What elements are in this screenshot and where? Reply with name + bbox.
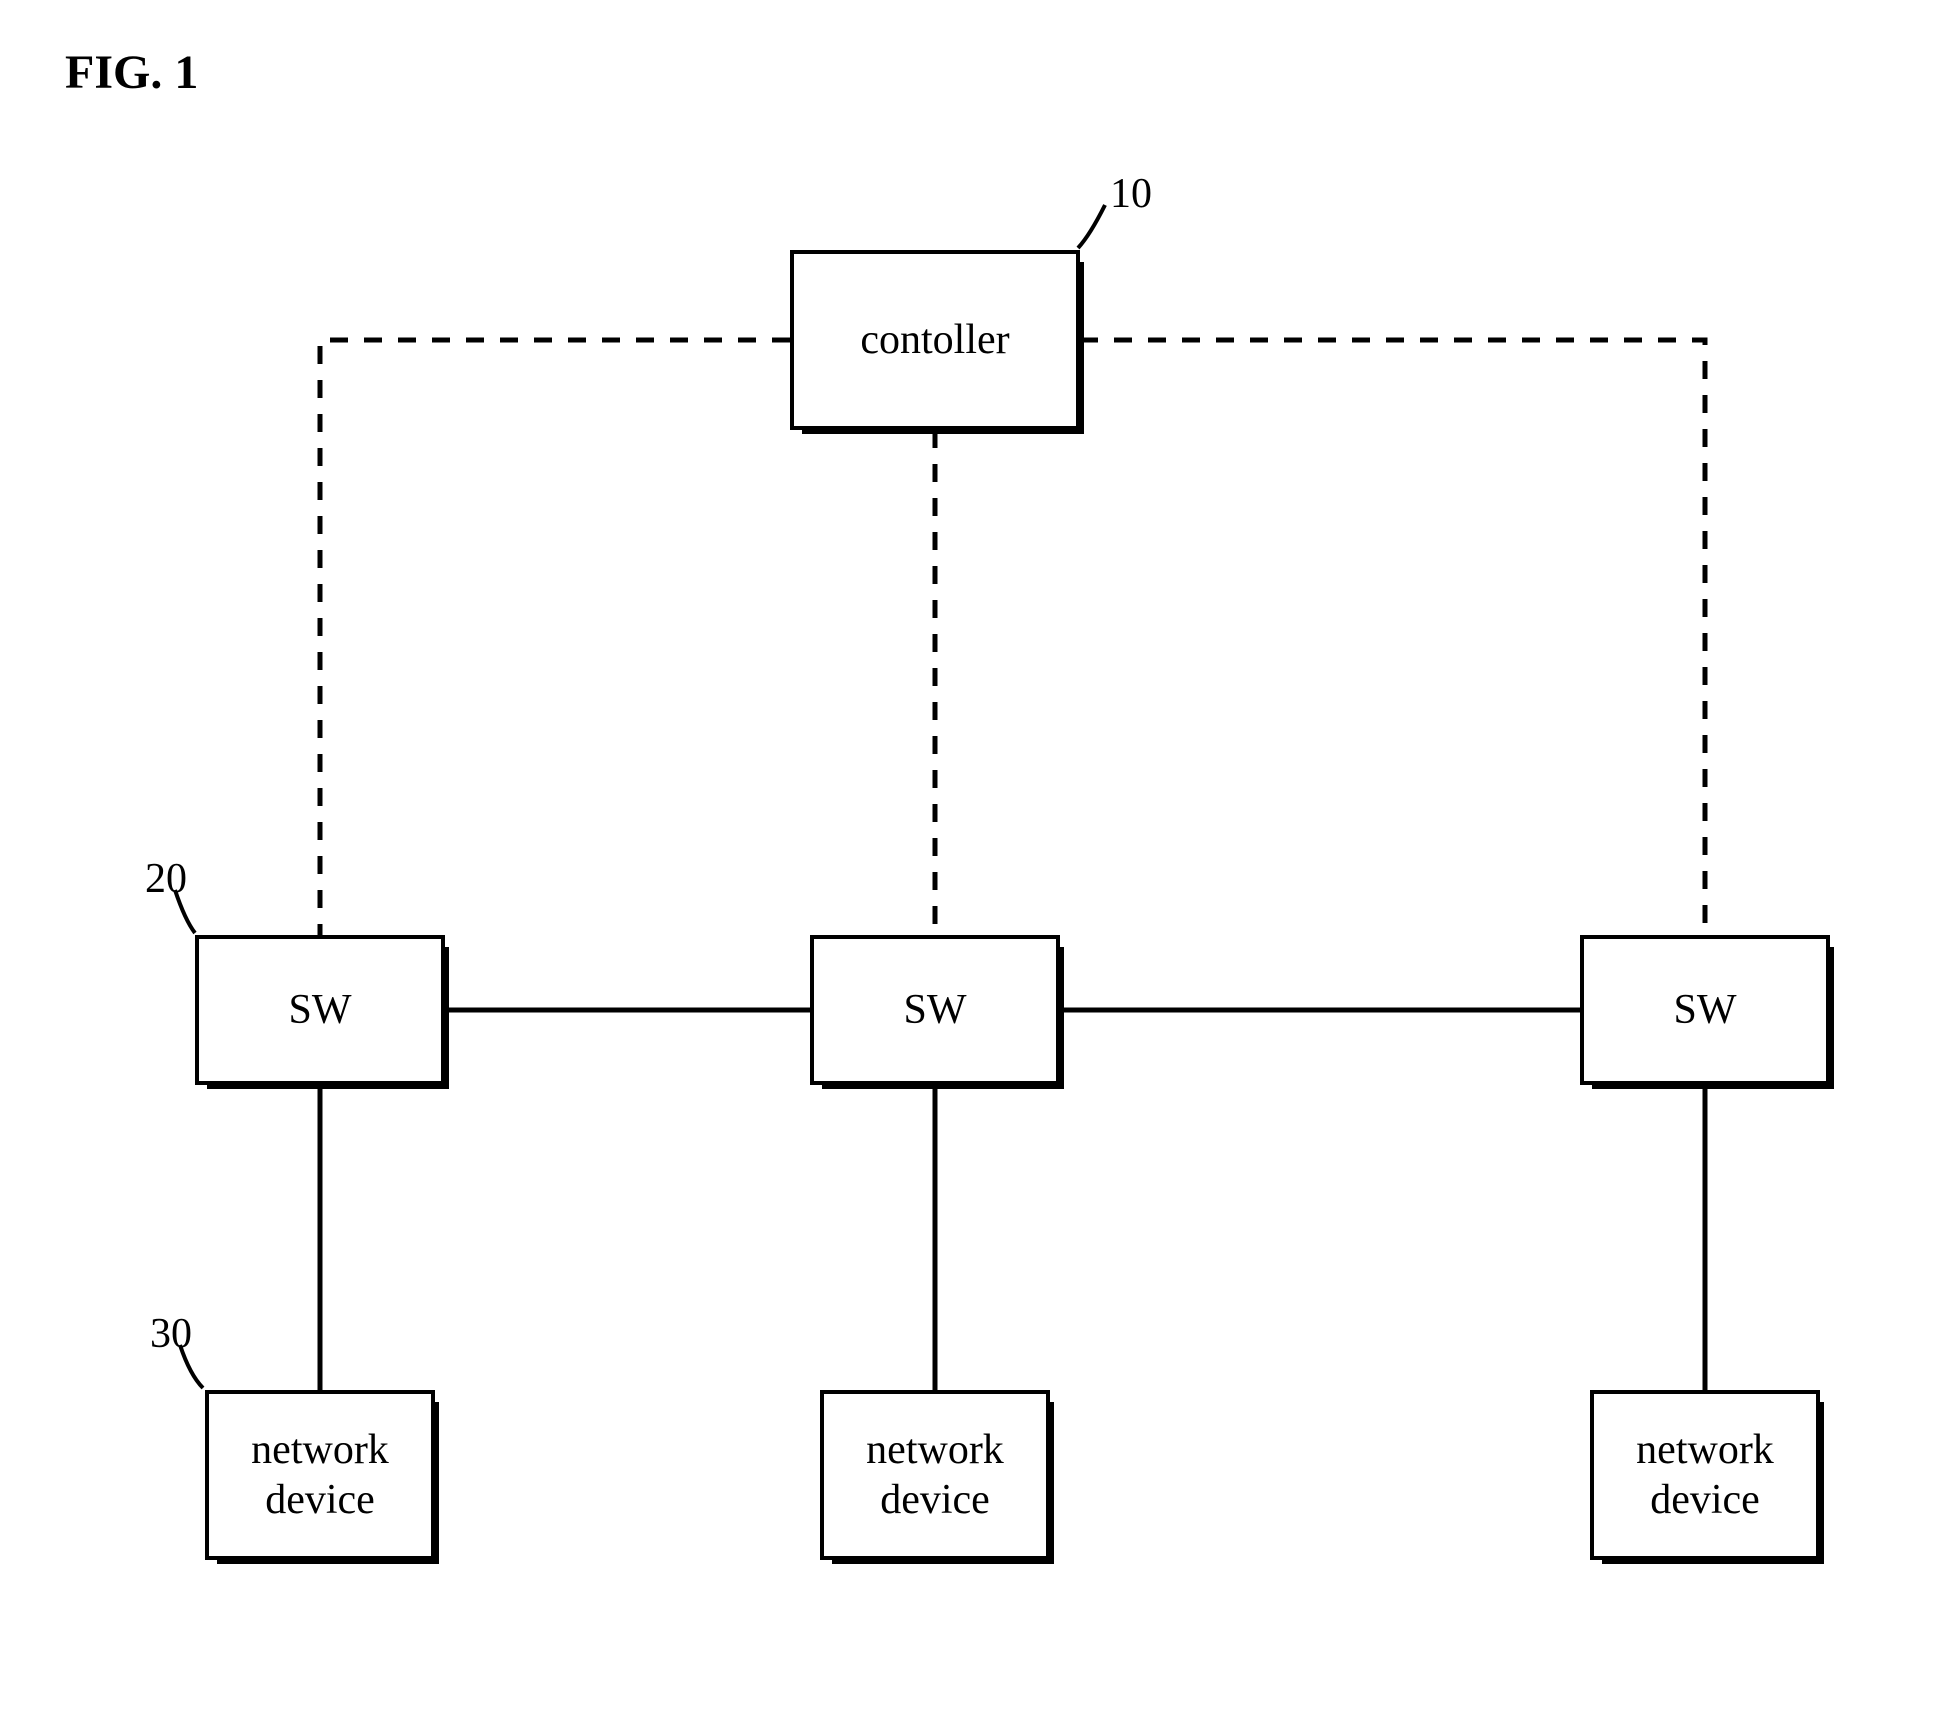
switch-label: SW	[904, 986, 967, 1034]
network-device-label: network device	[1636, 1425, 1774, 1526]
network-device-node-2: network device	[820, 1390, 1050, 1560]
network-device-node-1: network device	[205, 1390, 435, 1560]
reference-label-10: 10	[1110, 170, 1152, 218]
reference-label-30: 30	[150, 1310, 192, 1358]
switch-label: SW	[289, 986, 352, 1034]
network-device-node-3: network device	[1590, 1390, 1820, 1560]
controller-node: contoller	[790, 250, 1080, 430]
reference-label-20: 20	[145, 855, 187, 903]
network-device-label: network device	[866, 1425, 1004, 1526]
controller-label: contoller	[860, 316, 1009, 364]
network-device-label: network device	[251, 1425, 389, 1526]
switch-node-3: SW	[1580, 935, 1830, 1085]
switch-node-1: SW	[195, 935, 445, 1085]
switch-node-2: SW	[810, 935, 1060, 1085]
figure-label: FIG. 1	[65, 45, 198, 100]
switch-label: SW	[1674, 986, 1737, 1034]
